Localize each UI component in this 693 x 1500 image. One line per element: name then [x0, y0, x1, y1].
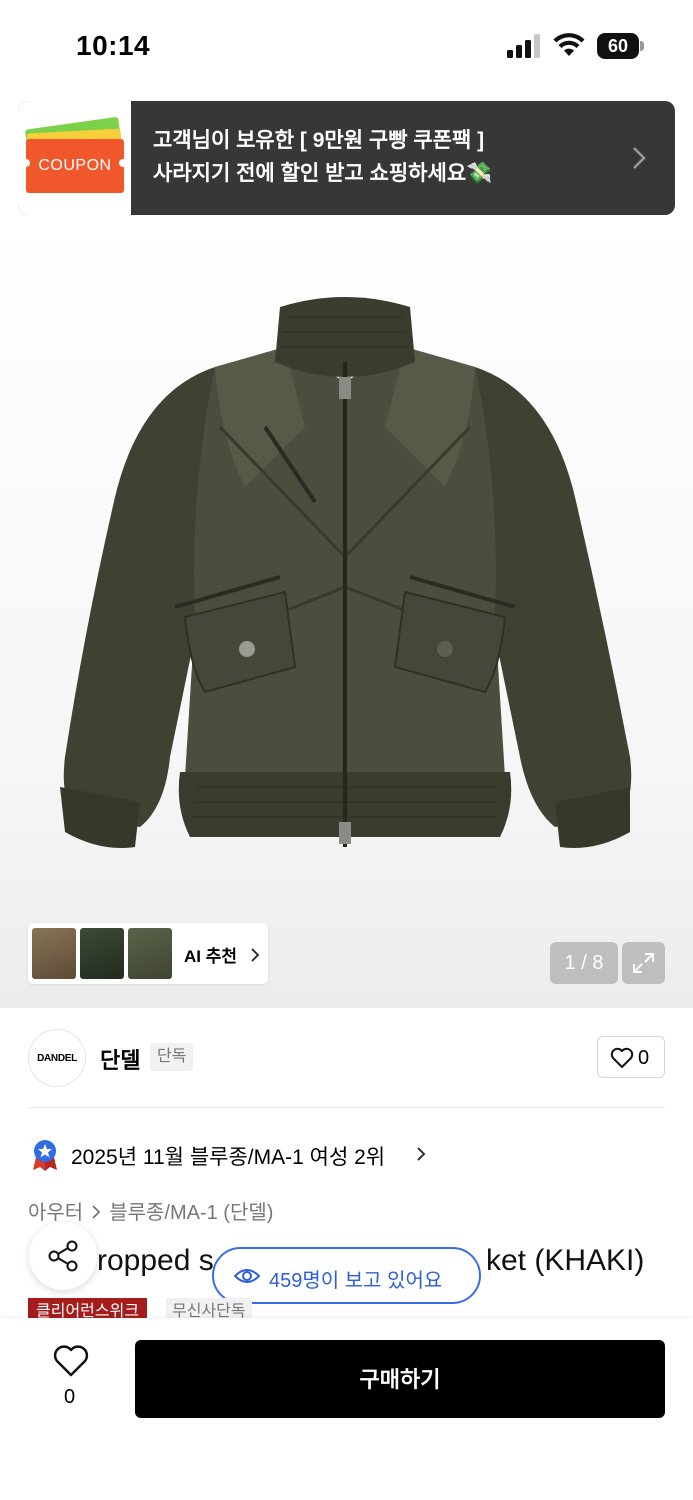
eye-icon [234, 1269, 260, 1283]
buy-button[interactable]: 구매하기 [135, 1340, 665, 1418]
ranking-link[interactable]: 2025년 11월 블루종/MA-1 여성 2위 [71, 1141, 385, 1171]
status-bar: 10:14 60 [0, 0, 693, 92]
expand-button[interactable] [622, 942, 665, 984]
coupon-banner-text: 고객님이 보유한 [ 9만원 구빵 쿠폰팩 ] 사라지기 전에 할인 받고 쇼핑… [153, 124, 492, 190]
ai-recommend-label: AI 추천 [184, 947, 238, 966]
ai-recommend-card[interactable]: AI 추천 [28, 923, 268, 984]
coupon-ticket-icon: COUPON [18, 101, 131, 215]
wifi-icon [553, 33, 585, 56]
product-image-gallery[interactable]: AI 추천 1 / 8 [0, 215, 693, 1008]
ai-thumbnail-3[interactable] [128, 928, 172, 979]
product-title-left: ropped s [97, 1244, 214, 1277]
cellular-signal-icon [507, 34, 540, 58]
like-count: 0 [64, 1386, 76, 1408]
ai-thumbnail-2[interactable] [80, 928, 124, 979]
divider [28, 1107, 665, 1108]
chevron-right-icon [417, 1147, 426, 1161]
heart-icon [610, 1047, 634, 1068]
ranking-badge-icon [33, 1140, 57, 1171]
viewers-text: 459명이 보고 있어요 [269, 1270, 443, 1292]
brand-logo[interactable]: DANDEL [28, 1029, 86, 1087]
chevron-right-icon [251, 948, 260, 962]
bottom-action-bar: 0 구매하기 [0, 1318, 693, 1500]
heart-icon[interactable] [52, 1344, 90, 1378]
viewers-toast: 459명이 보고 있어요 [212, 1247, 481, 1304]
expand-icon [633, 953, 654, 973]
share-button[interactable] [29, 1222, 97, 1290]
image-pager: 1 / 8 [550, 942, 618, 984]
breadcrumb-item-category[interactable]: 블루종/MA-1 (단델) [109, 1202, 273, 1224]
brand-like-button[interactable]: 0 [597, 1036, 665, 1078]
brand-name[interactable]: 단델 [100, 1043, 140, 1075]
coupon-banner[interactable]: COUPON 고객님이 보유한 [ 9만원 구빵 쿠폰팩 ] 사라지기 전에 할… [18, 101, 675, 215]
share-icon [48, 1240, 78, 1272]
ai-thumbnail-1[interactable] [32, 928, 76, 979]
chevron-right-icon [92, 1205, 101, 1219]
breadcrumb-item-outer[interactable]: 아우터 [28, 1202, 83, 1224]
brand-like-count: 0 [638, 1047, 650, 1069]
product-image-jacket [60, 297, 632, 848]
coupon-banner-line2: 사라지기 전에 할인 받고 쇼핑하세요💸 [153, 162, 493, 185]
battery-icon: 60 [597, 33, 645, 59]
battery-level: 60 [597, 33, 639, 59]
brand-exclusive-badge: 단독 [150, 1043, 194, 1071]
product-title-right: ket (KHAKI) [486, 1244, 645, 1277]
coupon-label: COUPON [26, 139, 124, 193]
status-time: 10:14 [76, 30, 151, 61]
coupon-banner-line1: 고객님이 보유한 [ 9만원 구빵 쿠폰팩 ] [153, 129, 485, 152]
chevron-right-icon [633, 147, 646, 169]
breadcrumb: 아우터 블루종/MA-1 (단델) [28, 1196, 273, 1225]
